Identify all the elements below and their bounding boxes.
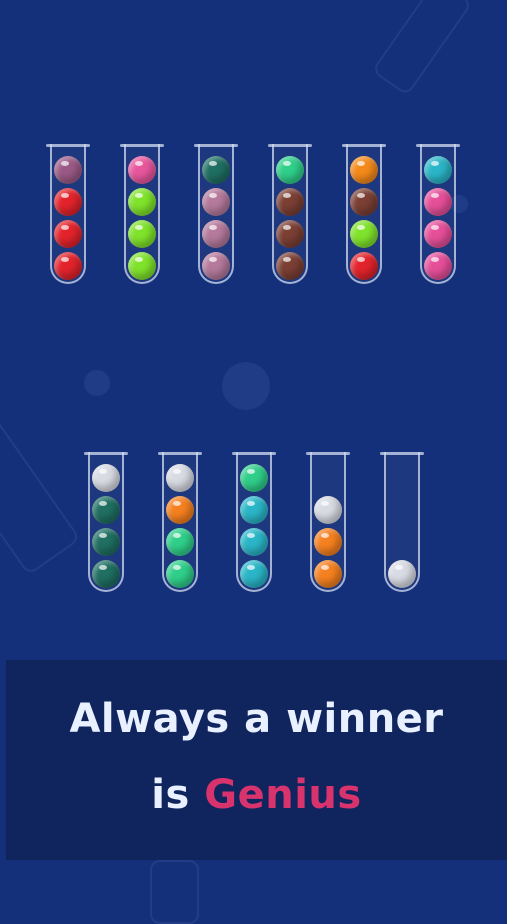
banner-line-1: Always a winner bbox=[69, 696, 444, 742]
banner-accent-word: Genius bbox=[204, 772, 362, 818]
tube[interactable] bbox=[194, 144, 238, 284]
ball bbox=[350, 252, 378, 280]
tube[interactable] bbox=[158, 452, 202, 592]
banner-line-2: is Genius bbox=[6, 772, 507, 818]
tube-row-bottom bbox=[0, 450, 507, 595]
tube[interactable] bbox=[416, 144, 460, 284]
tube[interactable] bbox=[232, 452, 276, 592]
tube[interactable] bbox=[46, 144, 90, 284]
ball bbox=[350, 188, 378, 216]
ball bbox=[128, 188, 156, 216]
ball bbox=[276, 252, 304, 280]
ball bbox=[240, 496, 268, 524]
ball bbox=[276, 188, 304, 216]
ball bbox=[240, 560, 268, 588]
ball bbox=[314, 560, 342, 588]
background-bottle-decoration bbox=[371, 0, 473, 97]
promo-banner: Always a winner is Genius bbox=[6, 660, 507, 860]
tube[interactable] bbox=[380, 452, 424, 592]
ball bbox=[424, 252, 452, 280]
ball bbox=[166, 496, 194, 524]
ball bbox=[424, 188, 452, 216]
ball bbox=[240, 528, 268, 556]
ball bbox=[202, 220, 230, 248]
ball bbox=[166, 464, 194, 492]
ball bbox=[276, 220, 304, 248]
ball bbox=[54, 156, 82, 184]
ball bbox=[350, 220, 378, 248]
background-bubble bbox=[84, 370, 110, 396]
banner-line-2-prefix: is bbox=[151, 772, 205, 818]
tube[interactable] bbox=[120, 144, 164, 284]
ball bbox=[128, 220, 156, 248]
ball bbox=[240, 464, 268, 492]
ball bbox=[202, 188, 230, 216]
ball bbox=[202, 252, 230, 280]
tube[interactable] bbox=[84, 452, 128, 592]
ball bbox=[424, 156, 452, 184]
ball bbox=[276, 156, 304, 184]
ball bbox=[202, 156, 230, 184]
background-bottle-decoration bbox=[150, 860, 199, 924]
ball bbox=[350, 156, 378, 184]
ball bbox=[92, 496, 120, 524]
ball bbox=[92, 560, 120, 588]
ball bbox=[166, 528, 194, 556]
ball bbox=[54, 252, 82, 280]
background-bubble bbox=[222, 362, 270, 410]
ball bbox=[54, 220, 82, 248]
ball bbox=[128, 156, 156, 184]
ball bbox=[128, 252, 156, 280]
tube-row-top bbox=[0, 142, 507, 287]
tube[interactable] bbox=[268, 144, 312, 284]
ball bbox=[92, 464, 120, 492]
ball bbox=[314, 528, 342, 556]
ball bbox=[166, 560, 194, 588]
ball bbox=[388, 560, 416, 588]
tube[interactable] bbox=[342, 144, 386, 284]
ball bbox=[314, 496, 342, 524]
ball bbox=[92, 528, 120, 556]
ball bbox=[424, 220, 452, 248]
ball bbox=[54, 188, 82, 216]
tube[interactable] bbox=[306, 452, 350, 592]
